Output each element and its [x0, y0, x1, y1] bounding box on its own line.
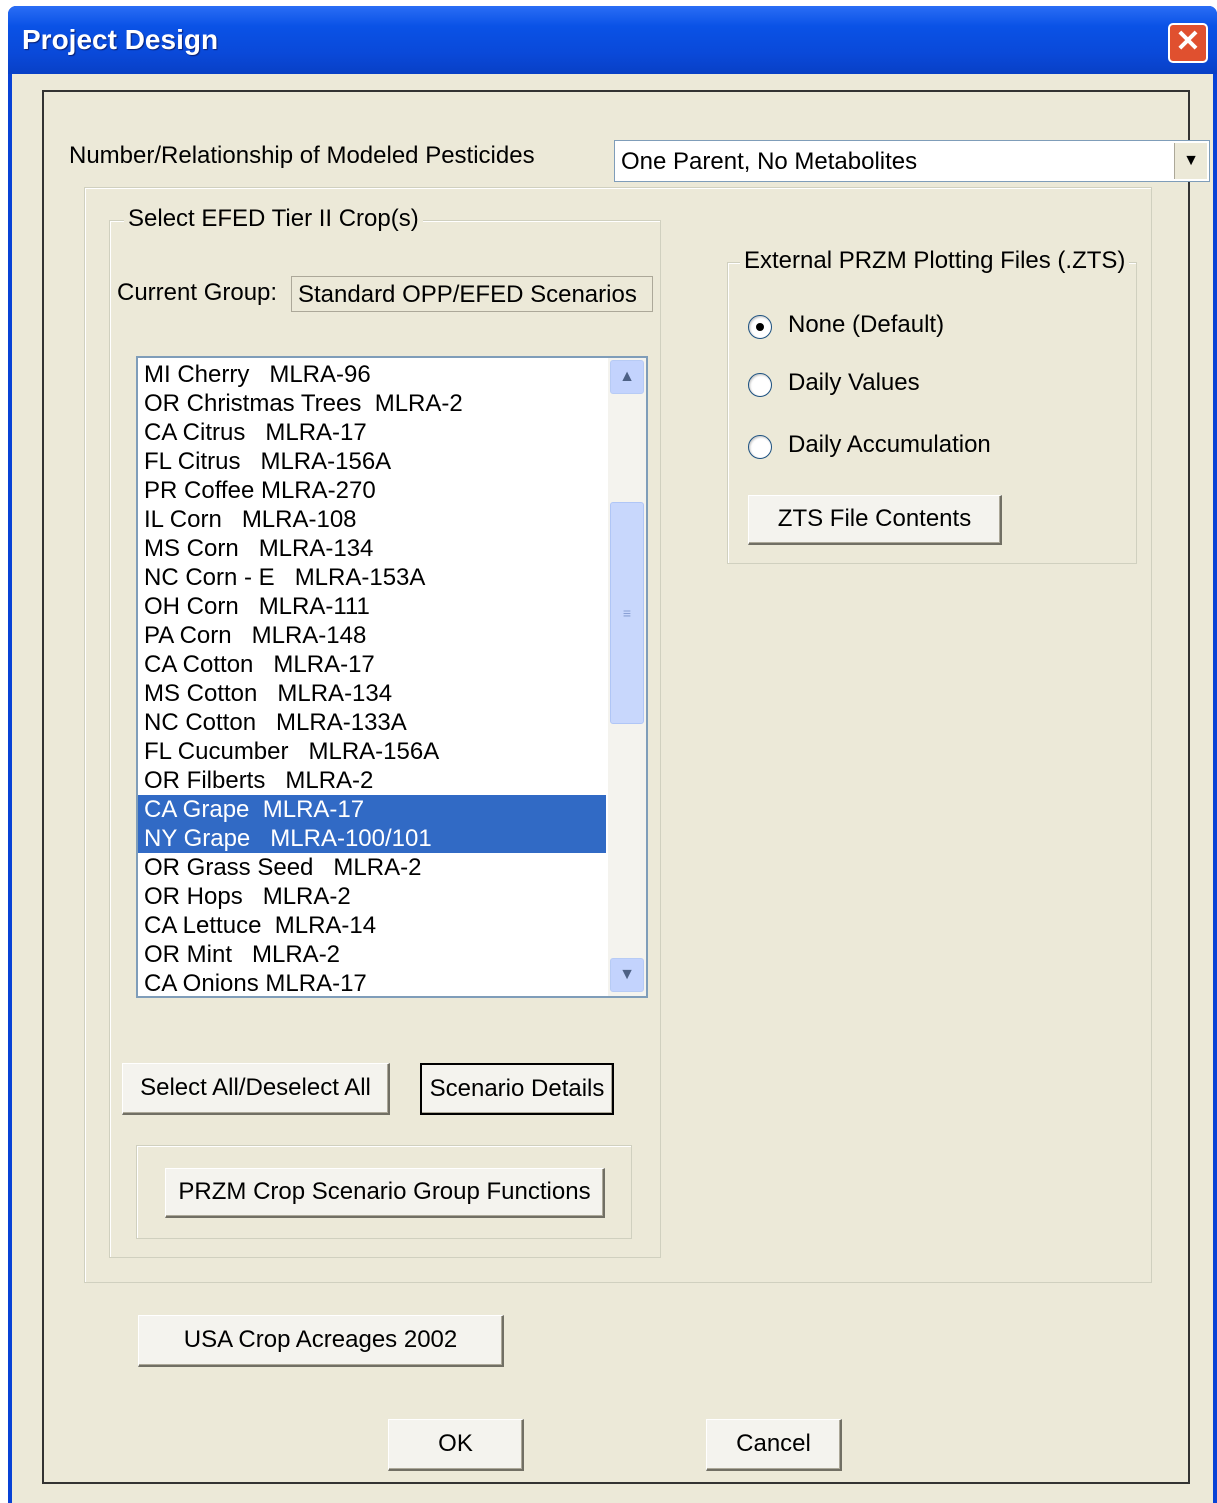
window-title: Project Design: [22, 24, 219, 55]
crop-list-item[interactable]: OR Hops MLRA-2: [138, 882, 606, 911]
crop-acreages-button[interactable]: USA Crop Acreages 2002: [138, 1315, 504, 1367]
crop-list-item[interactable]: OH Corn MLRA-111: [138, 592, 606, 621]
settings-panel: Select EFED Tier II Crop(s) Current Grou…: [84, 187, 1152, 1283]
zts-group: External PRZM Plotting Files (.ZTS) None…: [727, 247, 1137, 564]
main-frame: Number/Relationship of Modeled Pesticide…: [42, 90, 1210, 1484]
scroll-down-icon[interactable]: ▼: [610, 958, 644, 992]
zts-option-label: Daily Accumulation: [788, 431, 991, 458]
group-functions-frame: PRZM Crop Scenario Group Functions: [136, 1145, 632, 1239]
ok-button[interactable]: OK: [388, 1419, 524, 1471]
chevron-down-icon[interactable]: ▼: [1174, 143, 1207, 179]
zts-group-title: External PRZM Plotting Files (.ZTS): [740, 247, 1130, 275]
crop-list-item[interactable]: FL Citrus MLRA-156A: [138, 447, 606, 476]
crop-list-item[interactable]: CA Lettuce MLRA-14: [138, 911, 606, 940]
project-design-window: Project Design ✕ Number/Relationship of …: [8, 6, 1217, 1503]
pesticides-dropdown[interactable]: One Parent, No Metabolites ▼: [614, 140, 1210, 182]
crop-list-item[interactable]: OR Grass Seed MLRA-2: [138, 853, 606, 882]
crop-list-item[interactable]: FL Cucumber MLRA-156A: [138, 737, 606, 766]
current-group-label: Current Group:: [117, 279, 278, 306]
crop-list-item[interactable]: NC Corn - E MLRA-153A: [138, 563, 606, 592]
zts-option-label: Daily Values: [788, 369, 920, 396]
crop-list-item[interactable]: NY Grape MLRA-100/101: [138, 824, 606, 853]
scenario-details-button[interactable]: Scenario Details: [420, 1063, 614, 1115]
scroll-up-icon[interactable]: ▲: [610, 360, 644, 394]
crop-list-item[interactable]: CA Grape MLRA-17: [138, 795, 606, 824]
crop-list-item[interactable]: MS Cotton MLRA-134: [138, 679, 606, 708]
crop-list-item[interactable]: PA Corn MLRA-148: [138, 621, 606, 650]
crop-list-item[interactable]: OR Filberts MLRA-2: [138, 766, 606, 795]
zts-option-label: None (Default): [788, 311, 945, 338]
crop-list-item[interactable]: OR Mint MLRA-2: [138, 940, 606, 969]
dialog-client-area: Number/Relationship of Modeled Pesticide…: [12, 74, 1213, 1503]
radio-selected-dot: [756, 323, 764, 331]
title-bar[interactable]: Project Design ✕: [8, 6, 1217, 74]
scroll-thumb[interactable]: ≡: [610, 502, 644, 724]
crop-group-title: Select EFED Tier II Crop(s): [124, 205, 423, 233]
select-all-button[interactable]: Select All/Deselect All: [122, 1063, 390, 1115]
pesticides-selected-value: One Parent, No Metabolites: [621, 148, 918, 175]
crop-list-item[interactable]: MI Cherry MLRA-96: [138, 360, 606, 389]
crop-list-item[interactable]: OR Christmas Trees MLRA-2: [138, 389, 606, 418]
crop-list-scrollbar[interactable]: ▲ ≡ ▼: [608, 358, 646, 996]
crop-listbox[interactable]: MI Cherry MLRA-96 OR Christmas Trees MLRA…: [136, 356, 648, 998]
radio-button[interactable]: [748, 315, 772, 339]
radio-button[interactable]: [748, 373, 772, 397]
crop-list-item[interactable]: PR Coffee MLRA-270: [138, 476, 606, 505]
crop-list-item[interactable]: MS Corn MLRA-134: [138, 534, 606, 563]
cancel-button[interactable]: Cancel: [706, 1419, 842, 1471]
crop-list-item[interactable]: CA Citrus MLRA-17: [138, 418, 606, 447]
pesticides-label: Number/Relationship of Modeled Pesticide…: [69, 142, 535, 169]
crop-list-item[interactable]: NC Cotton MLRA-133A: [138, 708, 606, 737]
crop-list-item[interactable]: CA Cotton MLRA-17: [138, 650, 606, 679]
radio-button[interactable]: [748, 435, 772, 459]
group-functions-button[interactable]: PRZM Crop Scenario Group Functions: [165, 1168, 605, 1218]
crop-list-item[interactable]: IL Corn MLRA-108: [138, 505, 606, 534]
crop-selection-group: Select EFED Tier II Crop(s) Current Grou…: [109, 205, 661, 1258]
current-group-field: Standard OPP/EFED Scenarios: [291, 276, 653, 312]
zts-file-contents-button[interactable]: ZTS File Contents: [748, 495, 1002, 545]
crop-list-item[interactable]: CA Onions MLRA-17: [138, 969, 606, 996]
close-icon[interactable]: ✕: [1168, 23, 1208, 63]
